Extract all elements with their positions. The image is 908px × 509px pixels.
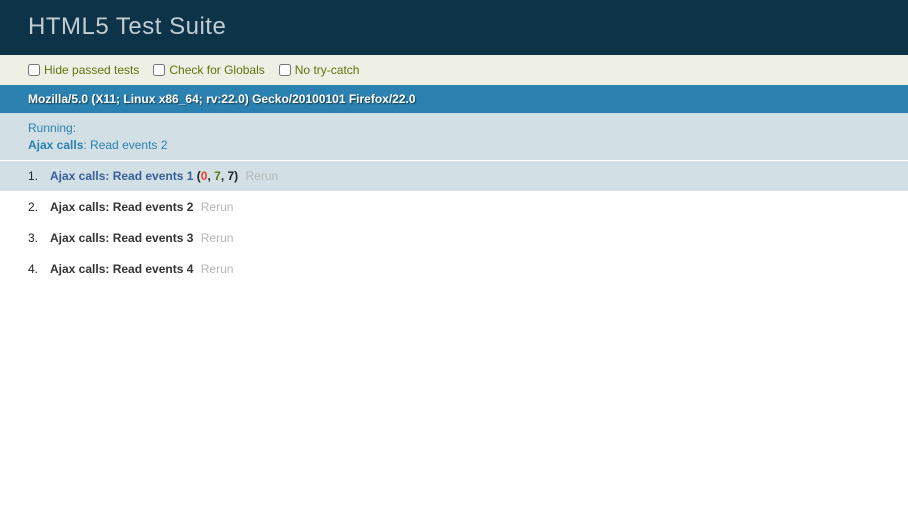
no-trycatch-text: No try-catch <box>295 63 360 77</box>
test-item[interactable]: 2. Ajax calls: Read events 2 Rerun <box>0 192 908 223</box>
test-module: Ajax calls: <box>50 169 113 183</box>
test-counts: (0, 7, 7) <box>193 169 238 183</box>
hide-passed-text: Hide passed tests <box>44 63 139 77</box>
running-test: Read events 2 <box>90 138 167 152</box>
count-passed: 7 <box>214 169 221 183</box>
testresult-panel: Running: Ajax calls: Read events 2 <box>0 113 908 162</box>
test-body: Ajax calls: Read events 4 Rerun <box>50 260 233 278</box>
check-globals-label[interactable]: Check for Globals <box>153 63 264 77</box>
test-body: Ajax calls: Read events 3 Rerun <box>50 229 233 247</box>
count-total: 7 <box>227 169 234 183</box>
test-name: Read events 2 <box>113 200 194 214</box>
running-module: Ajax calls <box>28 138 83 152</box>
test-body: Ajax calls: Read events 1 (0, 7, 7) Reru… <box>50 167 278 185</box>
count-failed: 0 <box>201 169 208 183</box>
no-trycatch-label[interactable]: No try-catch <box>279 63 360 77</box>
rerun-link[interactable]: Rerun <box>197 262 233 276</box>
test-module: Ajax calls: <box>50 200 113 214</box>
test-name: Read events 3 <box>113 231 194 245</box>
rerun-link[interactable]: Rerun <box>197 200 233 214</box>
useragent-bar: Mozilla/5.0 (X11; Linux x86_64; rv:22.0)… <box>0 85 908 113</box>
check-globals-text: Check for Globals <box>169 63 264 77</box>
rerun-link[interactable]: Rerun <box>197 231 233 245</box>
test-body: Ajax calls: Read events 2 Rerun <box>50 198 233 216</box>
no-trycatch-checkbox[interactable] <box>279 64 291 76</box>
page-title: HTML5 Test Suite <box>0 0 908 55</box>
test-number: 4. <box>28 260 40 278</box>
hide-passed-checkbox[interactable] <box>28 64 40 76</box>
check-globals-checkbox[interactable] <box>153 64 165 76</box>
test-list: 1. Ajax calls: Read events 1 (0, 7, 7) Re… <box>0 161 908 285</box>
test-item[interactable]: 1. Ajax calls: Read events 1 (0, 7, 7) Re… <box>0 161 908 192</box>
test-name: Read events 1 <box>113 169 194 183</box>
test-item[interactable]: 3. Ajax calls: Read events 3 Rerun <box>0 223 908 254</box>
page-title-link[interactable]: HTML5 Test Suite <box>28 13 226 40</box>
testrunner-toolbar: Hide passed tests Check for Globals No t… <box>0 55 908 85</box>
running-label: Running: <box>28 121 76 135</box>
rerun-link[interactable]: Rerun <box>242 169 278 183</box>
test-module: Ajax calls: <box>50 231 113 245</box>
test-module: Ajax calls: <box>50 262 113 276</box>
test-number: 2. <box>28 198 40 216</box>
hide-passed-label[interactable]: Hide passed tests <box>28 63 139 77</box>
test-number: 1. <box>28 167 40 185</box>
test-number: 3. <box>28 229 40 247</box>
test-item[interactable]: 4. Ajax calls: Read events 4 Rerun <box>0 254 908 285</box>
test-name: Read events 4 <box>113 262 194 276</box>
